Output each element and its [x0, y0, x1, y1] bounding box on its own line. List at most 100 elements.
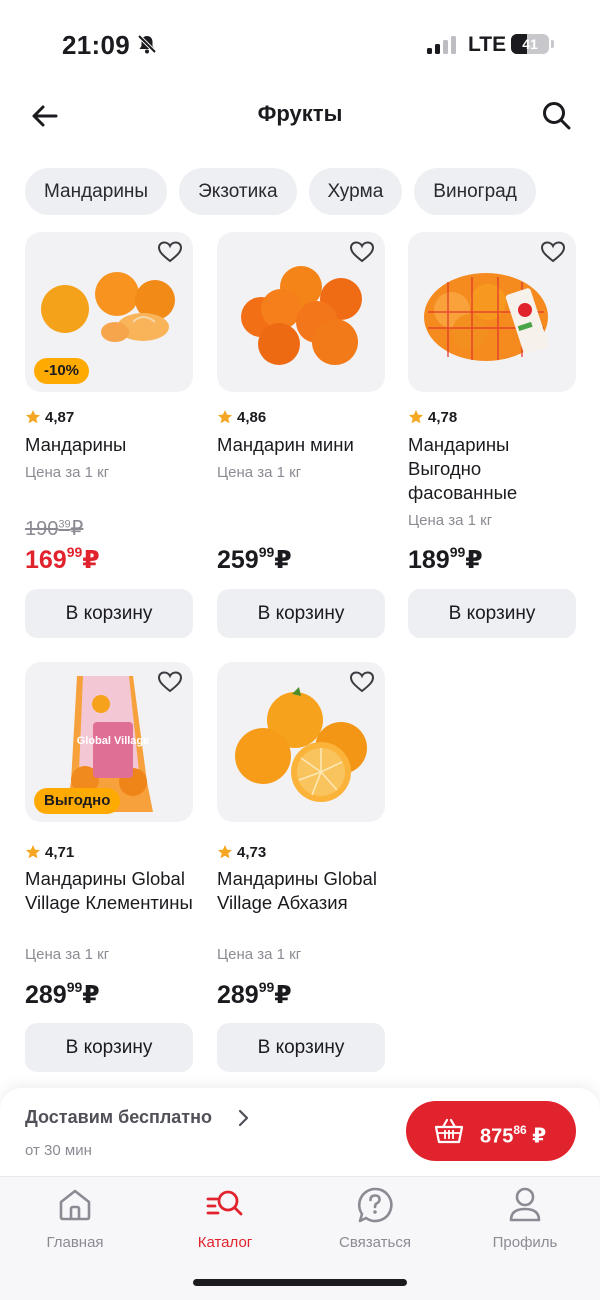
heart-icon[interactable] — [540, 240, 566, 264]
tab-home[interactable]: Главная — [0, 1183, 150, 1253]
price-int: 169 — [25, 546, 67, 574]
tab-catalog[interactable]: Каталог — [150, 1183, 300, 1253]
price-unit: Цена за 1 кг — [25, 946, 110, 963]
tab-label: Профиль — [492, 1234, 558, 1251]
chevron-right-icon[interactable] — [236, 1109, 250, 1127]
bell-off-icon — [137, 34, 157, 54]
heart-icon[interactable] — [157, 240, 183, 264]
product-name[interactable]: Мандарины — [25, 433, 193, 457]
tab-label: Каталог — [197, 1234, 253, 1251]
basket-total-int: 875 — [480, 1125, 514, 1148]
product-image[interactable]: -10% — [25, 232, 193, 392]
rating: 4,78 — [408, 407, 457, 427]
price-int: 189 — [408, 546, 450, 574]
product-image[interactable] — [408, 232, 576, 392]
home-icon — [59, 1189, 91, 1221]
network-label: LTE — [468, 33, 507, 56]
product-name[interactable]: Мандарины Global Village Клементины — [25, 867, 193, 915]
chip-persimmon[interactable]: Хурма — [308, 168, 403, 215]
price-dec: 99 — [449, 543, 466, 560]
price-currency: ₽ — [274, 546, 292, 574]
price: 28999₽ — [217, 978, 292, 1010]
old-price-dec: 39 — [58, 518, 71, 531]
rating-value: 4,86 — [237, 408, 267, 426]
price-dec: 99 — [66, 978, 83, 995]
status-bar: 21:09 LTE 41 — [0, 0, 600, 90]
help-chat-icon — [357, 1187, 393, 1223]
old-price-int: 190 — [25, 518, 59, 540]
product-image[interactable] — [217, 662, 385, 822]
price-dec: 99 — [258, 543, 275, 560]
star-icon — [26, 410, 40, 424]
basket-total-dec: 86 — [513, 1123, 527, 1137]
delivery-bar: Доставим бесплатно от 30 мин 87586 ₽ — [0, 1088, 600, 1176]
price-currency: ₽ — [82, 981, 100, 1009]
product-name[interactable]: Мандарин мини — [217, 433, 385, 457]
heart-icon[interactable] — [349, 670, 375, 694]
product-name[interactable]: Мандарины Выгодно фасованные — [408, 433, 558, 505]
battery-level: 41 — [522, 36, 538, 52]
price-currency: ₽ — [465, 546, 483, 574]
delivery-title[interactable]: Доставим бесплатно — [25, 1107, 212, 1128]
signal-icon — [427, 36, 457, 54]
discount-badge: -10% — [34, 358, 90, 384]
rating-value: 4,73 — [237, 843, 267, 861]
price-int: 259 — [217, 546, 259, 574]
profile-icon — [509, 1187, 541, 1222]
price-dec: 99 — [258, 978, 275, 995]
catalog-search-icon — [206, 1190, 243, 1216]
tab-contact[interactable]: Связаться — [300, 1183, 450, 1253]
chip-exotic[interactable]: Экзотика — [179, 168, 297, 215]
add-to-cart-button[interactable]: В корзину — [408, 589, 576, 638]
category-chips: Мандарины Экзотика Хурма Виноград — [25, 168, 536, 216]
rating: 4,86 — [217, 407, 266, 427]
status-time: 21:09 — [62, 30, 130, 60]
package-brand: Global Village — [77, 735, 150, 747]
rating: 4,73 — [217, 842, 266, 862]
page-title: Фрукты — [257, 101, 343, 126]
add-to-cart-button[interactable]: В корзину — [25, 1023, 193, 1072]
price-int: 289 — [217, 981, 259, 1009]
chip-grapes[interactable]: Виноград — [414, 168, 536, 215]
heart-icon[interactable] — [349, 240, 375, 264]
delivery-time: от 30 мин — [25, 1142, 92, 1159]
price: 25999₽ — [217, 543, 292, 575]
price-currency: ₽ — [82, 546, 100, 574]
rating-value: 4,71 — [45, 843, 75, 861]
tab-label: Связаться — [339, 1234, 411, 1251]
add-to-cart-button[interactable]: В корзину — [217, 1023, 385, 1072]
star-icon — [26, 845, 40, 859]
price: 16999₽ — [25, 544, 100, 575]
tab-label: Главная — [46, 1234, 104, 1251]
price: 28999₽ — [25, 978, 100, 1010]
rating: 4,71 — [25, 842, 74, 862]
basket-total: 87586 ₽ — [480, 1101, 546, 1167]
price: 18999₽ — [408, 543, 483, 575]
old-price: 19039₽ — [25, 516, 83, 541]
home-indicator — [193, 1279, 407, 1286]
product-image[interactable]: Global Village Выгодно — [25, 662, 193, 822]
basket-total-currency: ₽ — [532, 1125, 547, 1148]
chip-mandarins[interactable]: Мандарины — [25, 168, 168, 215]
basket-button[interactable]: 87586 ₽ — [406, 1101, 576, 1161]
price-int: 289 — [25, 981, 67, 1009]
rating: 4,87 — [25, 407, 74, 427]
battery-icon: 41 — [511, 34, 549, 54]
deal-badge: Выгодно — [34, 788, 121, 814]
old-price-currency: ₽ — [70, 518, 84, 540]
add-to-cart-button[interactable]: В корзину — [25, 589, 193, 638]
star-icon — [218, 410, 232, 424]
add-to-cart-button[interactable]: В корзину — [217, 589, 385, 638]
product-image[interactable] — [217, 232, 385, 392]
star-icon — [409, 410, 423, 424]
star-icon — [218, 845, 232, 859]
product-name[interactable]: Мандарины Global Village Абхазия — [217, 867, 385, 915]
price-currency: ₽ — [274, 981, 292, 1009]
heart-icon[interactable] — [157, 670, 183, 694]
tab-profile[interactable]: Профиль — [450, 1183, 600, 1253]
battery-tip — [551, 40, 554, 48]
search-icon[interactable] — [537, 96, 577, 136]
price-unit: Цена за 1 кг — [217, 464, 302, 481]
rating-value: 4,78 — [428, 408, 458, 426]
price-unit: Цена за 1 кг — [408, 512, 493, 529]
